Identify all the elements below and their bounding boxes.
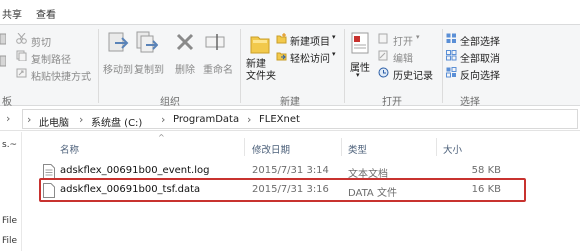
open-dropdown-icon[interactable]: ▾ — [416, 33, 420, 41]
breadcrumb-programdata[interactable]: ProgramData — [173, 114, 239, 125]
group-separator — [442, 29, 443, 103]
invert-selection-icon — [446, 67, 457, 78]
new-folder-icon — [250, 36, 270, 54]
copy-path-icon — [16, 50, 27, 61]
column-divider[interactable] — [341, 138, 342, 156]
paste-shortcut-button[interactable]: 粘贴快捷方式 — [31, 68, 91, 83]
properties-button[interactable]: 属性 — [350, 59, 370, 74]
new-item-button[interactable]: 新建项目 — [290, 33, 330, 48]
breadcrumb-this-pc[interactable]: 此电脑 — [39, 114, 69, 129]
scissors-icon — [16, 33, 27, 44]
chevron-right-icon[interactable]: › — [247, 113, 251, 126]
new-folder-button[interactable]: 新建 文件夹 — [246, 59, 276, 83]
rename-button[interactable]: 重命名 — [203, 61, 233, 76]
easy-access-dropdown-icon[interactable]: ▾ — [332, 50, 336, 58]
copy-to-icon — [136, 31, 158, 53]
copy-to-button[interactable]: 复制到 — [134, 61, 164, 76]
rename-icon — [205, 34, 225, 50]
copy-path-button[interactable]: 复制路径 — [31, 51, 71, 66]
tab-view[interactable]: 查看 — [36, 6, 56, 21]
column-divider[interactable] — [244, 138, 245, 156]
ribbon: 剪切 复制路径 粘贴快捷方式 板 移动到 复制到 删除 重命名 组织 新建 文件… — [0, 24, 580, 108]
address-field[interactable]: › 此电脑 › 系统盘 (C:) › ProgramData › FLEXnet — [22, 109, 578, 129]
paste-icon — [0, 33, 6, 45]
new-group-label: 新建 — [280, 97, 300, 108]
organize-group-label: 组织 — [160, 97, 180, 108]
nav-item[interactable]: File — [2, 216, 17, 226]
column-header-modified[interactable]: 修改日期 — [252, 142, 290, 156]
cut-button[interactable]: 剪切 — [31, 34, 51, 49]
select-all-button[interactable]: 全部选择 — [460, 33, 500, 48]
file-size: 58 KB — [471, 165, 501, 176]
address-bar: › › 此电脑 › 系统盘 (C:) › ProgramData › FLEXn… — [0, 107, 580, 131]
paste-icon-2 — [0, 55, 6, 67]
file-name: adskflex_00691b00_event.log — [60, 165, 210, 176]
column-header-name[interactable]: 名称 — [60, 142, 79, 156]
clipboard-group-label: 板 — [2, 97, 12, 108]
column-divider[interactable] — [436, 138, 437, 156]
group-separator — [98, 29, 99, 103]
easy-access-button[interactable]: 轻松访问 — [290, 50, 330, 65]
chevron-right-icon[interactable]: › — [161, 113, 165, 126]
column-header-type[interactable]: 类型 — [348, 142, 367, 156]
chevron-right-icon[interactable]: › — [27, 113, 31, 126]
properties-dropdown-icon[interactable]: ▾ — [356, 71, 360, 79]
delete-icon — [176, 33, 194, 51]
history-icon — [378, 67, 389, 78]
breadcrumb-system-drive[interactable]: 系统盘 (C:) — [91, 114, 142, 129]
highlight-box — [39, 178, 526, 202]
edit-button[interactable]: 编辑 — [393, 50, 413, 65]
new-item-dropdown-icon[interactable]: ▾ — [332, 33, 336, 41]
group-separator — [240, 29, 241, 103]
select-none-icon — [446, 50, 457, 61]
select-all-icon — [446, 33, 456, 43]
open-icon — [378, 33, 388, 44]
sort-caret-icon: ^ — [158, 133, 165, 142]
open-group-label: 打开 — [382, 97, 402, 108]
nav-item[interactable]: File — [2, 236, 17, 246]
history-button[interactable]: 历史记录 — [393, 67, 433, 82]
select-group-label: 选择 — [460, 97, 480, 108]
move-to-button[interactable]: 移动到 — [103, 61, 133, 76]
edit-icon — [378, 50, 388, 61]
invert-selection-button[interactable]: 反向选择 — [460, 67, 500, 82]
nav-item[interactable]: s.~ — [2, 140, 17, 150]
new-item-icon — [276, 33, 287, 44]
tab-share[interactable]: 共享 — [2, 6, 22, 21]
ribbon-tab-strip: 共享 查看 — [0, 0, 580, 24]
file-list: ^ 名称 修改日期 类型 大小 adskflex_00691b00_event.… — [23, 132, 580, 251]
column-header-size[interactable]: 大小 — [443, 142, 462, 156]
group-separator — [344, 29, 345, 103]
properties-icon — [351, 32, 369, 54]
easy-access-icon — [276, 52, 287, 61]
chevron-right-icon[interactable]: › — [79, 113, 83, 126]
select-none-button[interactable]: 全部取消 — [460, 50, 500, 65]
delete-button[interactable]: 删除 — [175, 61, 195, 76]
file-modified: 2015/7/31 3:14 — [252, 165, 329, 176]
recent-locations-icon[interactable]: › — [6, 112, 10, 125]
move-to-icon — [108, 32, 129, 52]
navigation-pane: s.~ File File — [0, 132, 22, 251]
open-button[interactable]: 打开 — [393, 33, 413, 48]
text-file-icon — [43, 164, 55, 179]
paste-shortcut-icon — [16, 68, 27, 78]
breadcrumb-flexnet[interactable]: FLEXnet — [259, 114, 300, 125]
